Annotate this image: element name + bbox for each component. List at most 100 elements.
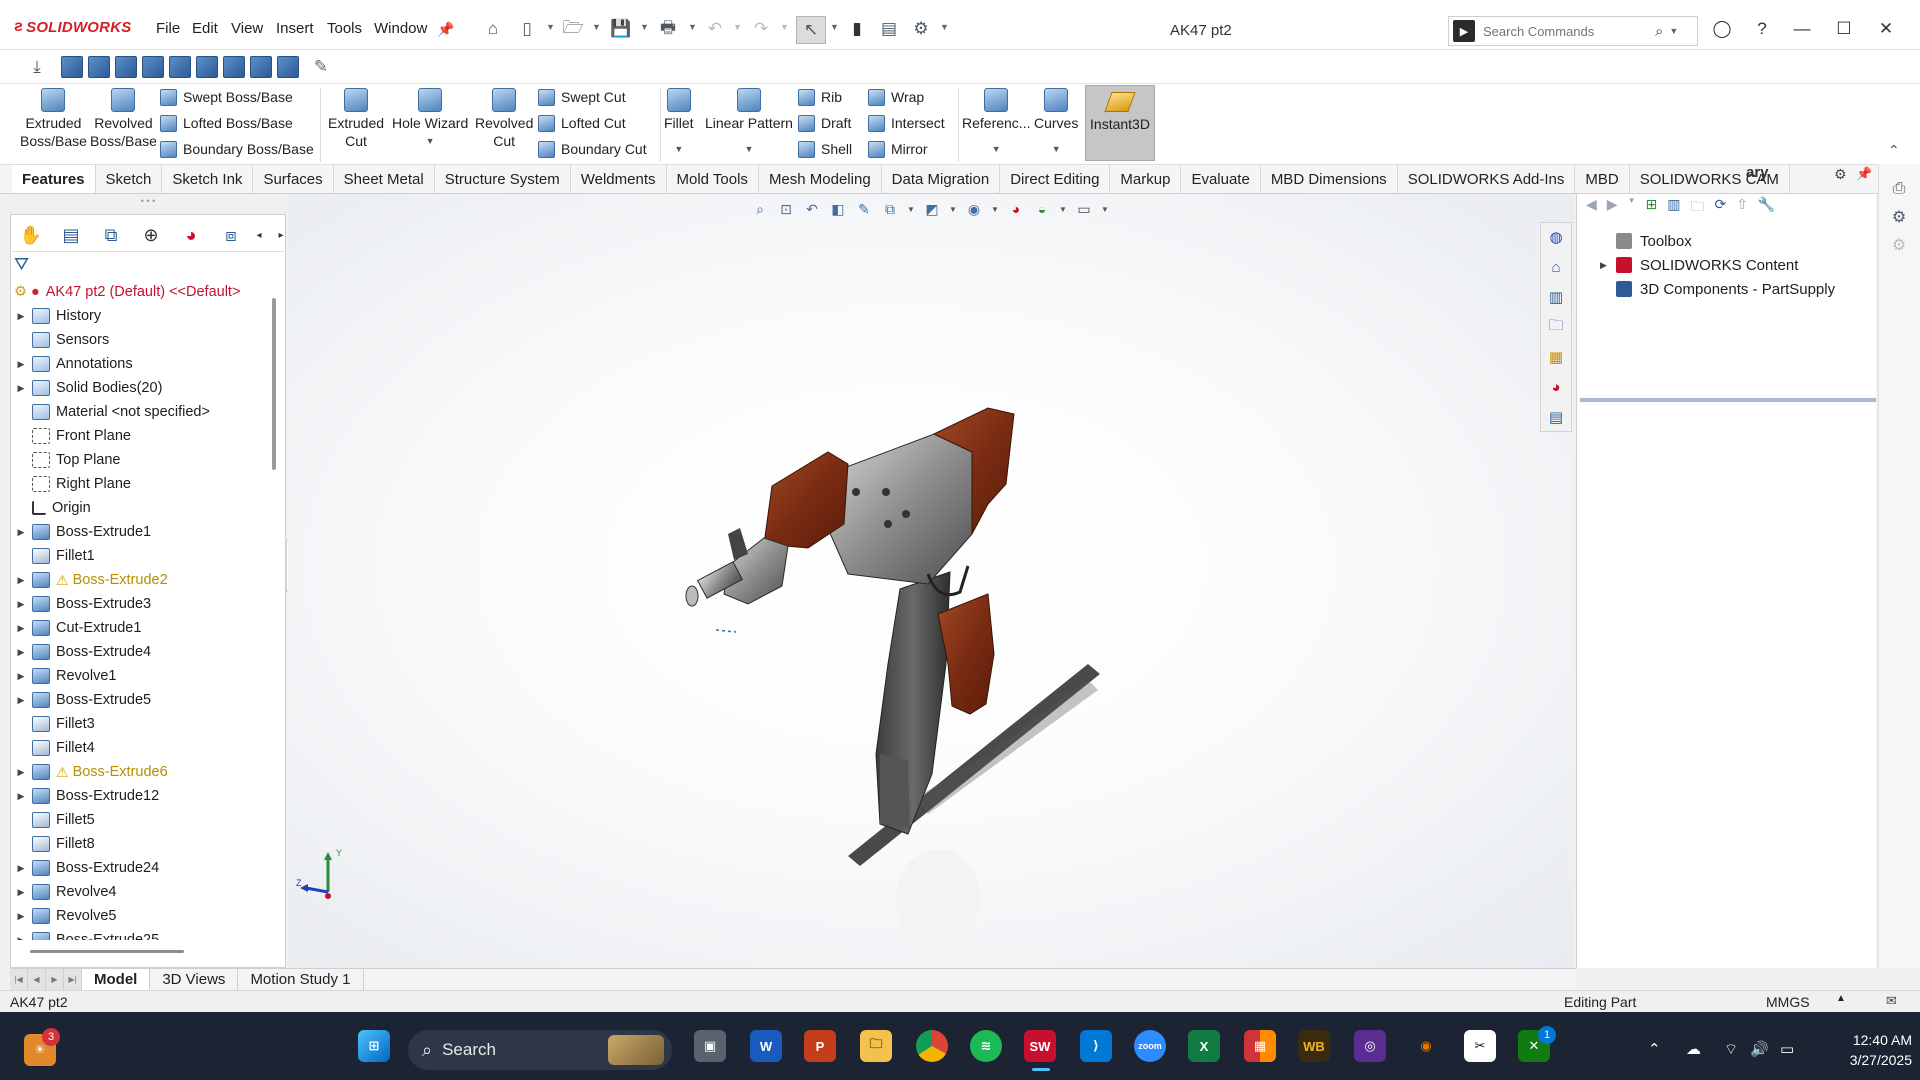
revolved-cut-button[interactable]: Revolved Cut — [475, 88, 533, 150]
feature-manager-tab-icon[interactable]: ✋ — [18, 222, 44, 248]
display-style-caret-icon[interactable]: ▼ — [948, 199, 958, 219]
user-account-icon[interactable]: ◯ — [1704, 14, 1740, 44]
spotify-app-icon[interactable]: ≋ — [970, 1030, 1002, 1062]
draft-button[interactable]: Draft — [798, 112, 852, 134]
tree-node[interactable]: ▶ Solid Bodies(20) — [14, 376, 276, 400]
tree-node[interactable]: Top Plane — [14, 448, 276, 472]
winrar-app-icon[interactable]: ▦ — [1244, 1030, 1276, 1062]
add-to-library-icon[interactable]: ⊞ — [1645, 196, 1657, 216]
open-caret-icon[interactable]: ▼ — [592, 22, 601, 32]
print-icon[interactable]: 🖶 — [657, 18, 679, 40]
tree-horizontal-scrollbar[interactable] — [30, 950, 184, 953]
tab-mbd[interactable]: MBD — [1575, 165, 1630, 193]
new-caret-icon[interactable]: ▼ — [546, 22, 555, 32]
section-view-icon[interactable]: ◧ — [828, 199, 848, 219]
filter-icon[interactable]: ⛛ — [14, 254, 29, 275]
up-folder-icon[interactable]: ⇧ — [1736, 196, 1748, 216]
volume-icon[interactable]: 🔊 — [1750, 1040, 1769, 1058]
tree-node[interactable]: ▶ Revolve5 — [14, 904, 276, 928]
tree-vertical-scrollbar[interactable] — [272, 298, 276, 470]
show-hidden-icons-icon[interactable]: ⌃ — [1648, 1040, 1661, 1058]
rib-button[interactable]: Rib — [798, 86, 852, 108]
redo-caret-icon[interactable]: ▼ — [780, 22, 789, 32]
top-view-icon[interactable] — [169, 56, 191, 78]
reference-caret-icon[interactable]: ▼ — [992, 140, 1001, 158]
view-settings-icon[interactable]: ▭ — [1074, 199, 1094, 219]
add-file-location-icon[interactable]: ▥ — [1667, 196, 1680, 216]
pane-splitter[interactable] — [1580, 398, 1876, 402]
print-caret-icon[interactable]: ▼ — [688, 22, 697, 32]
custom-properties-icon[interactable]: ▤ — [1545, 406, 1567, 428]
menu-insert[interactable]: Insert — [276, 20, 314, 37]
back-view-icon[interactable] — [88, 56, 110, 78]
tree-node[interactable]: Fillet1 — [14, 544, 276, 568]
panel-grip[interactable]: • • • — [10, 196, 286, 214]
previous-view-icon[interactable]: ↶ — [802, 199, 822, 219]
tab-mold-tools[interactable]: Mold Tools — [667, 165, 759, 193]
mirror-button[interactable]: Mirror — [868, 138, 945, 160]
redo-icon[interactable]: ↷ — [750, 18, 772, 40]
settings-gear-icon[interactable]: ⚙ — [1888, 206, 1910, 228]
zoom-to-area-icon[interactable]: ⊡ — [776, 199, 796, 219]
expand-arrow-icon[interactable]: ▶ — [14, 671, 28, 682]
design-library-home-icon[interactable]: ⌂ — [1545, 256, 1567, 278]
menu-view[interactable]: View — [231, 20, 263, 37]
swept-cut-button[interactable]: Swept Cut — [538, 86, 647, 108]
lofted-boss-button[interactable]: Lofted Boss/Base — [160, 112, 314, 134]
pane-pin-icon[interactable]: 📌 — [1856, 166, 1872, 182]
tree-node[interactable]: ▶ Revolve1 — [14, 664, 276, 688]
appearances-icon[interactable]: ◕ — [1545, 376, 1567, 398]
fillet-caret-icon[interactable]: ▼ — [674, 140, 683, 158]
minimize-icon[interactable]: — — [1784, 14, 1820, 44]
swept-boss-button[interactable]: Swept Boss/Base — [160, 86, 314, 108]
toolbox-settings-icon[interactable]: 🔧 — [1758, 196, 1775, 216]
save-caret-icon[interactable]: ▼ — [640, 22, 649, 32]
tab-evaluate[interactable]: Evaluate — [1181, 165, 1261, 193]
hide-show-icon[interactable]: ◉ — [964, 199, 984, 219]
first-tab-icon[interactable]: |◀ — [10, 969, 28, 990]
blender-app-icon[interactable]: ◉ — [1410, 1030, 1442, 1062]
solidworks-resources-icon[interactable]: ◍ — [1545, 226, 1567, 248]
expand-arrow-icon[interactable]: ▶ — [14, 647, 28, 658]
expand-arrow-icon[interactable]: ▶ — [14, 791, 28, 802]
tree-node[interactable]: ▶ Boss-Extrude12 — [14, 784, 276, 808]
sketch-pencil-icon[interactable]: ✎ — [310, 56, 332, 78]
task-view-icon[interactable]: ▣ — [694, 1030, 726, 1062]
front-view-icon[interactable] — [61, 56, 83, 78]
search-commands-input[interactable] — [1483, 23, 1653, 39]
isometric-view-icon[interactable] — [223, 56, 245, 78]
curves-caret-icon[interactable]: ▼ — [1052, 140, 1061, 158]
tree-node[interactable]: Front Plane — [14, 424, 276, 448]
tab-weldments[interactable]: Weldments — [571, 165, 667, 193]
tab-model[interactable]: Model — [82, 969, 151, 990]
view-settings-caret-icon[interactable]: ▼ — [1100, 199, 1110, 219]
search-icon[interactable]: ⌕ — [1655, 23, 1663, 40]
tooltip-icon[interactable]: ✉ — [1886, 993, 1897, 1009]
pin-icon[interactable]: 📌 — [435, 18, 457, 40]
forward-icon[interactable]: ▶ — [1607, 196, 1618, 216]
library-item-toolbox[interactable]: Toolbox — [1600, 230, 1692, 252]
view-orientation-icon[interactable]: ⧉ — [880, 199, 900, 219]
dynamic-annotation-icon[interactable]: ✎ — [854, 199, 874, 219]
intersect-button[interactable]: Intersect — [868, 112, 945, 134]
library-item-partsupply[interactable]: 3D Components - PartSupply — [1600, 278, 1835, 300]
expand-arrow-icon[interactable]: ▶ — [14, 359, 28, 370]
linear-pattern-caret-icon[interactable]: ▼ — [745, 140, 754, 158]
windows-start-icon[interactable]: ⊞ — [358, 1030, 390, 1062]
reference-geometry-button[interactable]: Referenc... ▼ — [962, 88, 1030, 158]
tab-features[interactable]: Features — [12, 165, 96, 193]
expand-arrow-icon[interactable]: ▶ — [1600, 260, 1616, 271]
left-view-icon[interactable] — [115, 56, 137, 78]
shell-button[interactable]: Shell — [798, 138, 852, 160]
expand-arrow-icon[interactable]: ▶ — [14, 599, 28, 610]
menu-tools[interactable]: Tools — [327, 20, 362, 37]
workbench-app-icon[interactable]: WB — [1298, 1030, 1330, 1062]
traffic-light-icon[interactable]: ▮ — [846, 18, 868, 40]
tab-motion-study-1[interactable]: Motion Study 1 — [238, 969, 364, 990]
tab-3d-views[interactable]: 3D Views — [150, 969, 239, 990]
expand-arrow-icon[interactable]: ▶ — [14, 887, 28, 898]
solidworks-app-icon[interactable]: SW — [1024, 1030, 1056, 1062]
tab-markup[interactable]: Markup — [1110, 165, 1182, 193]
design-library-icon[interactable]: ▥ — [1545, 286, 1567, 308]
word-app-icon[interactable]: W — [750, 1030, 782, 1062]
